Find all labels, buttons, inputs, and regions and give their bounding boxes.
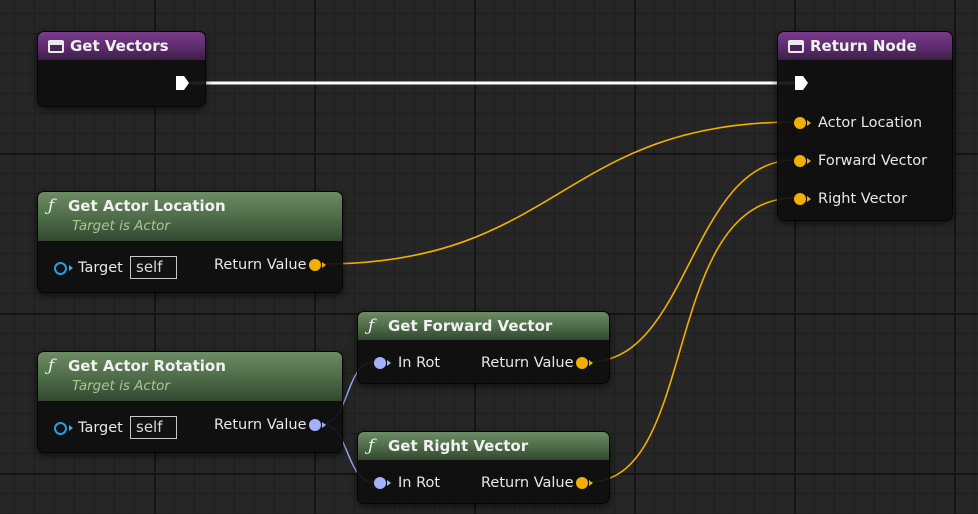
node-header[interactable]: ƒ Get Actor Rotation Target is Actor [38,352,342,401]
target-pin[interactable] [54,262,67,275]
node-header[interactable]: ƒ Get Forward Vector [358,312,609,340]
function-icon: ƒ [48,356,55,376]
node-title: Get Right Vector [388,437,529,455]
node-subtitle: Target is Actor [72,378,170,394]
function-icon: ƒ [368,316,375,336]
get-right-vector-node[interactable]: ƒ Get Right Vector In Rot Return Value [357,431,610,504]
target-label: Target [78,260,123,276]
node-subtitle: Target is Actor [72,218,170,234]
wire-right-vector[interactable] [588,197,796,483]
in-rot-label: In Rot [398,355,441,371]
pin-arrow-icon [322,262,326,268]
get-actor-rotation-node[interactable]: ƒ Get Actor Rotation Target is Actor Tar… [37,351,343,453]
right-vector-pin[interactable] [794,193,806,205]
target-pin[interactable] [54,422,67,435]
return-value-pin[interactable] [576,477,588,489]
node-header[interactable]: ƒ Get Right Vector [358,432,609,460]
pin-arrow-icon [807,158,811,164]
wire-actor-location[interactable] [321,121,796,265]
target-self-field[interactable]: self [130,256,177,279]
pin-arrow-icon [589,480,593,486]
node-header[interactable]: Return Node [778,32,952,60]
function-icon: ƒ [368,436,375,456]
in-rot-pin[interactable] [374,477,386,489]
return-value-label: Return Value [214,417,307,433]
pin-arrow-icon [322,422,326,428]
pin-arrow-icon [807,120,811,126]
node-header[interactable]: ƒ Get Actor Location Target is Actor [38,192,342,241]
target-self-field[interactable]: self [130,416,177,439]
return-value-label: Return Value [214,257,307,273]
exec-in-pin[interactable] [794,75,809,91]
node-title: Get Vectors [70,37,169,55]
return-value-pin[interactable] [309,259,321,271]
get-actor-location-node[interactable]: ƒ Get Actor Location Target is Actor Tar… [37,191,343,293]
right-vector-label: Right Vector [818,191,907,207]
node-title: Get Forward Vector [388,317,553,335]
pin-arrow-icon [589,360,593,366]
actor-location-pin[interactable] [794,117,806,129]
pin-arrow-icon [387,360,391,366]
return-value-pin[interactable] [576,357,588,369]
target-label: Target [78,420,123,436]
wire-forward-vector[interactable] [588,159,796,363]
return-value-label: Return Value [481,475,574,491]
get-forward-vector-node[interactable]: ƒ Get Forward Vector In Rot Return Value [357,311,610,384]
node-title: Get Actor Location [68,197,226,215]
return-value-label: Return Value [481,355,574,371]
pin-arrow-icon [69,425,73,431]
actor-location-label: Actor Location [818,115,923,131]
exec-out-pin[interactable] [175,75,190,91]
return-value-pin[interactable] [309,419,321,431]
node-title: Get Actor Rotation [68,357,226,375]
function-entry-icon [48,39,64,53]
in-rot-pin[interactable] [374,357,386,369]
in-rot-label: In Rot [398,475,441,491]
node-title: Return Node [810,37,917,55]
function-icon: ƒ [48,196,55,216]
function-result-icon [788,39,804,53]
pin-arrow-icon [387,480,391,486]
forward-vector-pin[interactable] [794,155,806,167]
return-node[interactable]: Return Node Actor Location Forward Vecto… [777,31,953,221]
node-header[interactable]: Get Vectors [38,32,205,60]
pin-arrow-icon [807,196,811,202]
get-vectors-node[interactable]: Get Vectors [37,31,206,107]
forward-vector-label: Forward Vector [818,153,928,169]
pin-arrow-icon [69,265,73,271]
